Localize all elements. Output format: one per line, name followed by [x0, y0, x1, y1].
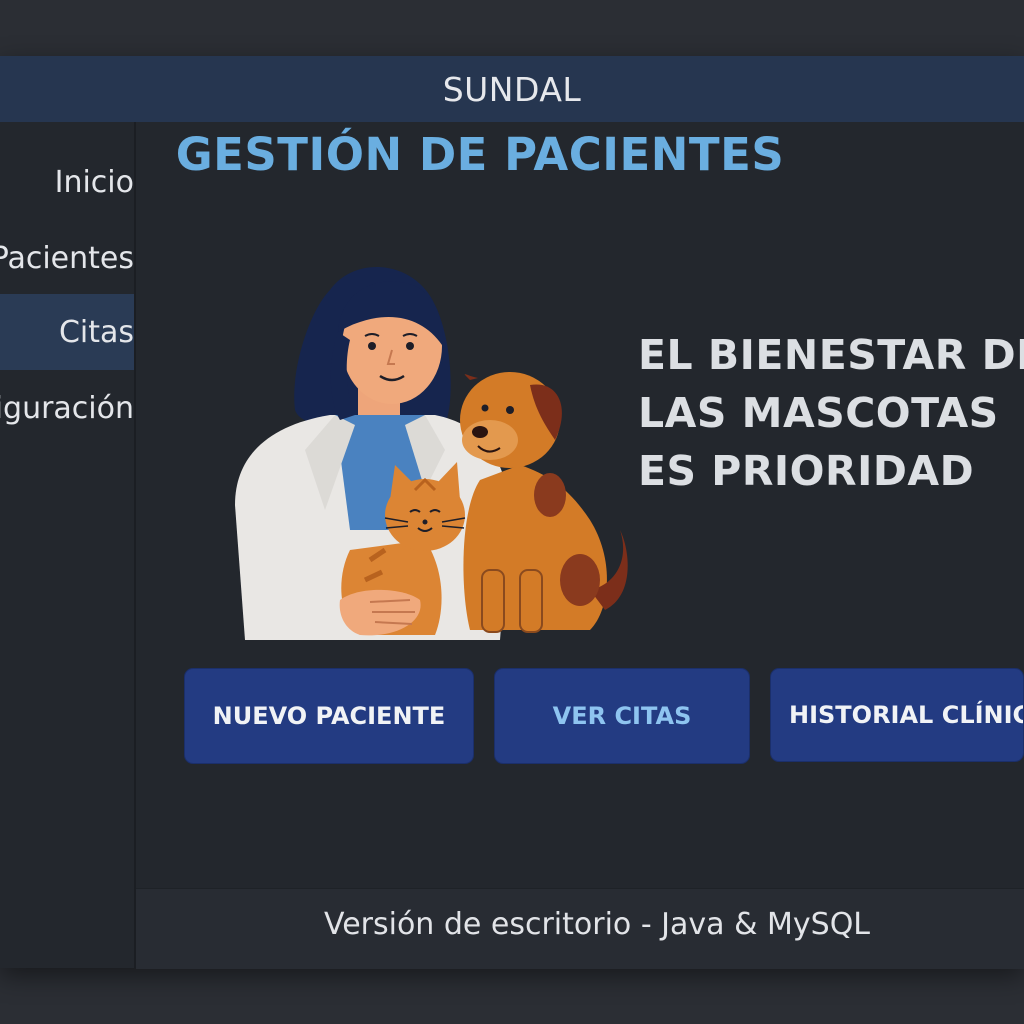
- new-patient-button-label: NUEVO PACIENTE: [212, 702, 446, 730]
- slogan: EL BIENESTAR DE LAS MASCOTAS ES PRIORIDA…: [638, 326, 1024, 500]
- view-appointments-button[interactable]: VER CITAS: [494, 668, 750, 764]
- sidebar-item-configuracion[interactable]: Configuración: [0, 370, 134, 446]
- slogan-line: LAS MASCOTAS: [638, 389, 999, 437]
- clinical-history-button[interactable]: HISTORIAL CLÍNICO: [770, 668, 1024, 762]
- sidebar-item-label: Pacientes: [0, 240, 134, 276]
- sidebar: Inicio Pacientes Citas Configuración: [0, 122, 136, 968]
- new-patient-button[interactable]: NUEVO PACIENTE: [184, 668, 474, 764]
- footer-text: Versión de escritorio - Java & MySQL: [324, 907, 871, 942]
- sidebar-item-citas[interactable]: Citas: [0, 294, 134, 370]
- title-bar: SUNDAL: [0, 56, 1024, 123]
- sidebar-item-label: Citas: [58, 314, 134, 350]
- veterinarian-illustration: [235, 267, 628, 640]
- sidebar-item-label: Configuración: [0, 390, 134, 426]
- view-appointments-button-label: VER CITAS: [552, 702, 692, 730]
- clinical-history-button-label: HISTORIAL CLÍNICO: [789, 701, 1023, 729]
- footer: Versión de escritorio - Java & MySQL: [136, 888, 1024, 969]
- slogan-line: EL BIENESTAR DE: [638, 331, 1024, 379]
- slogan-line: ES PRIORIDAD: [638, 447, 975, 495]
- page-title: GESTIÓN DE PACIENTES: [175, 128, 785, 181]
- sidebar-item-pacientes[interactable]: Pacientes: [0, 220, 134, 296]
- app-title: SUNDAL: [442, 69, 582, 109]
